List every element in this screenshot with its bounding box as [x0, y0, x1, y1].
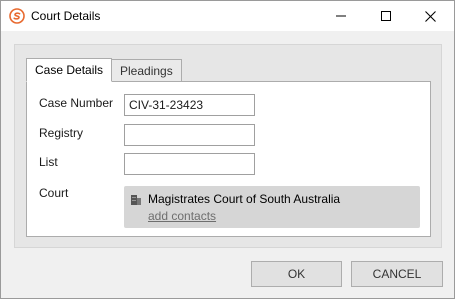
case-number-label: Case Number: [39, 96, 114, 110]
court-details-window: Court Details Case Details Pleadings Cas…: [0, 0, 455, 299]
court-label: Court: [39, 186, 69, 200]
maximize-button[interactable]: [363, 1, 408, 31]
minimize-button[interactable]: [318, 1, 363, 31]
tab-pleadings[interactable]: Pleadings: [111, 59, 182, 82]
tab-case-details[interactable]: Case Details: [26, 58, 113, 82]
app-logo-icon: [9, 8, 25, 24]
maximize-icon: [380, 11, 391, 21]
title-bar[interactable]: Court Details: [1, 1, 454, 31]
building-icon: [131, 193, 141, 205]
registry-label: Registry: [39, 126, 84, 140]
case-number-input[interactable]: [124, 94, 255, 116]
details-panel: Case Details Pleadings Case Number Regis…: [14, 44, 442, 248]
court-selector[interactable]: Magistrates Court of South Australia add…: [124, 186, 420, 228]
case-details-content: Case Number Registry List Court: [26, 81, 431, 237]
close-icon: [425, 10, 436, 22]
window-title: Court Details: [31, 9, 101, 23]
ok-button[interactable]: OK: [251, 261, 342, 287]
registry-input[interactable]: [124, 124, 255, 146]
close-button[interactable]: [408, 1, 453, 31]
add-contacts-link[interactable]: add contacts: [148, 209, 216, 223]
court-name: Magistrates Court of South Australia: [148, 192, 341, 206]
minimize-icon: [335, 15, 346, 17]
cancel-button[interactable]: CANCEL: [351, 261, 443, 287]
list-label: List: [39, 155, 58, 169]
list-input[interactable]: [124, 153, 255, 175]
